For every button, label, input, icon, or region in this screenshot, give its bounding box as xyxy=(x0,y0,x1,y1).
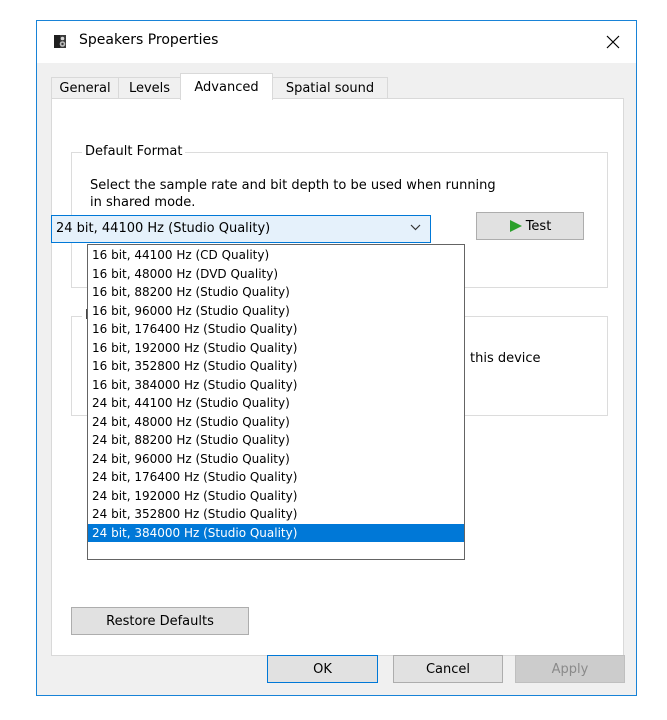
test-button[interactable]: Test xyxy=(476,212,584,240)
tab-spatial-sound[interactable]: Spatial sound xyxy=(272,77,388,98)
restore-defaults-button[interactable]: Restore Defaults xyxy=(71,607,249,635)
dropdown-option[interactable]: 16 bit, 88200 Hz (Studio Quality) xyxy=(88,283,464,302)
dropdown-option[interactable]: 16 bit, 192000 Hz (Studio Quality) xyxy=(88,339,464,358)
tab-strip: General Levels Advanced Spatial sound xyxy=(37,73,636,100)
cancel-button[interactable]: Cancel xyxy=(393,655,503,683)
close-icon xyxy=(606,35,620,49)
default-format-description-line2: in shared mode. xyxy=(90,195,196,210)
default-format-legend: Default Format xyxy=(82,144,186,159)
dropdown-option[interactable]: 16 bit, 176400 Hz (Studio Quality) xyxy=(88,320,464,339)
tab-general[interactable]: General xyxy=(51,77,119,98)
default-format-select[interactable]: 24 bit, 44100 Hz (Studio Quality) xyxy=(51,215,431,243)
dropdown-option[interactable]: 16 bit, 96000 Hz (Studio Quality) xyxy=(88,302,464,321)
dropdown-option[interactable]: 24 bit, 88200 Hz (Studio Quality) xyxy=(88,431,464,450)
dropdown-option[interactable]: 24 bit, 44100 Hz (Studio Quality) xyxy=(88,394,464,413)
dropdown-option[interactable]: 24 bit, 96000 Hz (Studio Quality) xyxy=(88,450,464,469)
dropdown-option[interactable]: 24 bit, 384000 Hz (Studio Quality) xyxy=(88,523,464,542)
test-button-label: Test xyxy=(525,218,552,234)
title-bar[interactable]: Speakers Properties xyxy=(37,21,636,63)
ok-button[interactable]: OK xyxy=(267,655,378,683)
dropdown-option[interactable]: 24 bit, 192000 Hz (Studio Quality) xyxy=(88,487,464,506)
dropdown-option[interactable]: 16 bit, 44100 Hz (CD Quality) xyxy=(88,246,464,265)
play-icon xyxy=(509,220,522,232)
tab-levels[interactable]: Levels xyxy=(118,77,181,98)
tab-advanced[interactable]: Advanced xyxy=(180,73,273,100)
close-button[interactable] xyxy=(590,21,636,63)
speaker-icon xyxy=(54,35,66,48)
dropdown-option[interactable]: 16 bit, 48000 Hz (DVD Quality) xyxy=(88,265,464,284)
dropdown-option[interactable]: 24 bit, 48000 Hz (Studio Quality) xyxy=(88,413,464,432)
default-format-description-line1: Select the sample rate and bit depth to … xyxy=(90,178,496,193)
dropdown-option[interactable]: 16 bit, 352800 Hz (Studio Quality) xyxy=(88,357,464,376)
dropdown-option[interactable]: 24 bit, 352800 Hz (Studio Quality) xyxy=(88,505,464,524)
chevron-down-icon xyxy=(410,224,421,231)
default-format-selected-value: 24 bit, 44100 Hz (Studio Quality) xyxy=(56,221,271,236)
dropdown-option[interactable]: 16 bit, 384000 Hz (Studio Quality) xyxy=(88,376,464,395)
window-title: Speakers Properties xyxy=(79,32,219,48)
apply-button[interactable]: Apply xyxy=(515,655,625,683)
exclusive-mode-text: this device xyxy=(470,351,541,366)
dropdown-option[interactable]: 24 bit, 176400 Hz (Studio Quality) xyxy=(88,468,464,487)
default-format-dropdown-list[interactable]: 16 bit, 44100 Hz (CD Quality) 16 bit, 480… xyxy=(87,244,465,560)
